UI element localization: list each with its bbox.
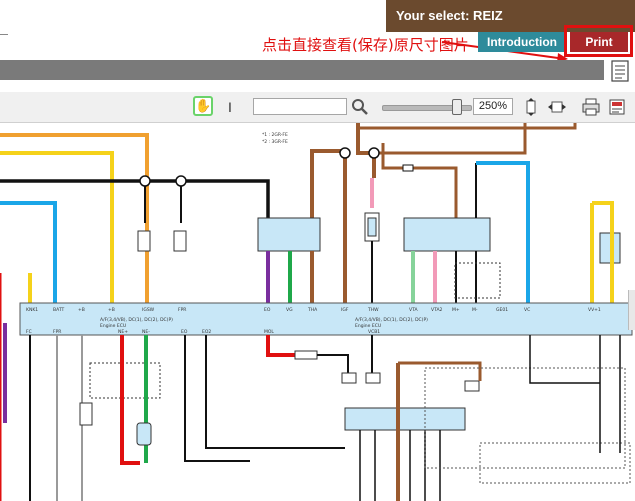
- header-divider: [0, 34, 8, 53]
- svg-text:*2 : 3GR-FE: *2 : 3GR-FE: [262, 139, 288, 145]
- ecu-pin-label: FPR: [178, 307, 186, 313]
- ecu-pin-label: NE-: [142, 329, 150, 335]
- fit-width-icon[interactable]: [548, 98, 566, 116]
- view-original-note[interactable]: 点击直接查看(保存)原尺寸图片: [262, 34, 469, 55]
- print-button[interactable]: Print: [570, 32, 628, 52]
- document-list-icon[interactable]: [608, 60, 632, 82]
- ecu-pin-label: NE+: [118, 329, 128, 335]
- svg-text:Engine ECU: Engine ECU: [100, 323, 126, 329]
- title-band: [0, 60, 604, 80]
- junction-connector: [344, 407, 466, 431]
- introduction-button[interactable]: Introduction: [478, 32, 566, 52]
- ecu-pin-label: FPR: [53, 329, 61, 335]
- zoom-level-field[interactable]: 250%: [473, 98, 513, 115]
- ecu-pin-label: EO: [264, 307, 271, 313]
- printer-icon[interactable]: [582, 98, 600, 116]
- wiring-diagram[interactable]: A/F(3,4/VB), DC(1), DC(2), DC(P) A/F(3,4…: [0, 123, 635, 501]
- ecu-pin-label: VC: [524, 307, 530, 313]
- sensor-module-right: [403, 217, 491, 252]
- svg-text:A/F(3,4/VB), DC(1), DC(2), DC(: A/F(3,4/VB), DC(1), DC(2), DC(P): [355, 317, 428, 323]
- ecu-pin-label: MOL: [264, 329, 274, 335]
- text-select-icon[interactable]: I: [224, 98, 236, 116]
- ecu-pin-label: EO2: [202, 329, 211, 335]
- ecu-pin-label: EO: [181, 329, 188, 335]
- ecu-pin-label: VCB1: [368, 329, 380, 335]
- search-input[interactable]: [253, 98, 347, 115]
- hand-tool-icon[interactable]: ✋: [193, 96, 213, 116]
- page-view-icon[interactable]: [608, 98, 626, 116]
- fit-height-icon[interactable]: [522, 98, 540, 116]
- ecu-pin-label: THW: [367, 307, 379, 313]
- ecu-pin-label: +B: [78, 307, 85, 313]
- ecu-pin-label: VG: [286, 307, 293, 313]
- ecu-pin-label: +B: [108, 307, 115, 313]
- ecu-pin-label: VTA2: [431, 307, 443, 313]
- zoom-slider-thumb[interactable]: [451, 99, 462, 115]
- svg-text:*1 : 2GR-FE: *1 : 2GR-FE: [262, 132, 288, 138]
- ecu-pin-label: FC: [26, 329, 32, 335]
- ecu-pin-label: VTA: [409, 307, 418, 313]
- ecu-pin-label: BATT: [53, 307, 64, 313]
- ecu-pin-label: VV+1: [588, 307, 601, 313]
- ecu-pin-label: M-: [472, 307, 478, 313]
- page-scroll-handle[interactable]: [628, 290, 635, 330]
- svg-text:A/F(3,4/VB), DC(1), DC(2), DC(: A/F(3,4/VB), DC(1), DC(2), DC(P): [100, 317, 173, 323]
- selected-model-text: Your select: REIZ: [396, 8, 503, 23]
- ecu-pin-label: IGF: [341, 307, 349, 313]
- sensor-module-left: [257, 217, 321, 252]
- ecu-pin-label: KNK1: [26, 307, 38, 313]
- svg-text:Engine ECU: Engine ECU: [355, 323, 381, 329]
- ecu-pin-label: GE01: [496, 307, 508, 313]
- ecu-pin-label: THA: [307, 307, 318, 313]
- search-icon[interactable]: [350, 97, 370, 117]
- ecu-pin-label: IGSW: [142, 307, 155, 313]
- ecu-pin-label: M+: [452, 307, 460, 313]
